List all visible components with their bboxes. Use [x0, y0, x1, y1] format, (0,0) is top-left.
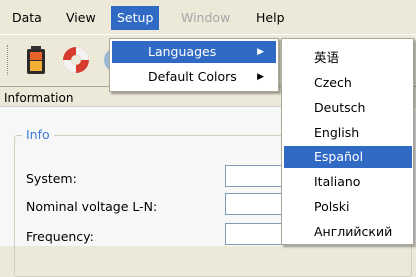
menu-item-languages[interactable]: Languages ▶ [112, 41, 276, 63]
language-espanol[interactable]: Español [284, 146, 412, 168]
menu-help[interactable]: Help [250, 6, 291, 30]
language-polski[interactable]: Polski [284, 196, 412, 218]
language-italiano[interactable]: Italiano [284, 171, 412, 193]
lifebuoy-icon[interactable] [60, 44, 92, 76]
menu-window[interactable]: Window [175, 6, 236, 30]
menu-view[interactable]: View [60, 6, 102, 30]
nominal-voltage-label: Nominal voltage L-N: [26, 199, 158, 214]
language-label: English [314, 125, 360, 140]
submenu-arrow-icon: ▶ [257, 47, 264, 57]
information-title: Information [4, 91, 74, 105]
menu-bar: Data View Setup Window Help [0, 0, 416, 34]
language-label: Английский [314, 224, 393, 239]
language-czech[interactable]: Czech [284, 72, 412, 94]
language-deutsch[interactable]: Deutsch [284, 97, 412, 119]
menu-item-default-colors[interactable]: Default Colors ▶ [112, 66, 276, 88]
submenu-arrow-icon: ▶ [257, 72, 264, 82]
frequency-label: Frequency: [26, 229, 94, 244]
menu-data[interactable]: Data [6, 6, 48, 30]
battery-icon[interactable] [20, 44, 52, 76]
language-label: 英语 [314, 50, 340, 65]
language-label: Italiano [314, 174, 361, 189]
language-label: Czech [314, 75, 352, 90]
languages-label: Languages [148, 44, 217, 59]
menu-setup[interactable]: Setup [111, 6, 160, 30]
language-label: Polski [314, 199, 350, 214]
default-colors-label: Default Colors [148, 69, 237, 84]
language-russian[interactable]: Английский [284, 221, 412, 243]
language-chinese[interactable]: 英语 [284, 47, 412, 69]
language-english[interactable]: English [284, 122, 412, 144]
languages-submenu: 英语 Czech Deutsch English Español Italian… [281, 38, 414, 245]
setup-dropdown: Languages ▶ Default Colors ▶ [109, 38, 279, 92]
language-label: Deutsch [314, 100, 366, 115]
toolbar-grip[interactable] [7, 45, 11, 75]
info-group-title: Info [22, 127, 54, 142]
system-label: System: [26, 171, 77, 186]
language-label: Español [314, 149, 364, 164]
